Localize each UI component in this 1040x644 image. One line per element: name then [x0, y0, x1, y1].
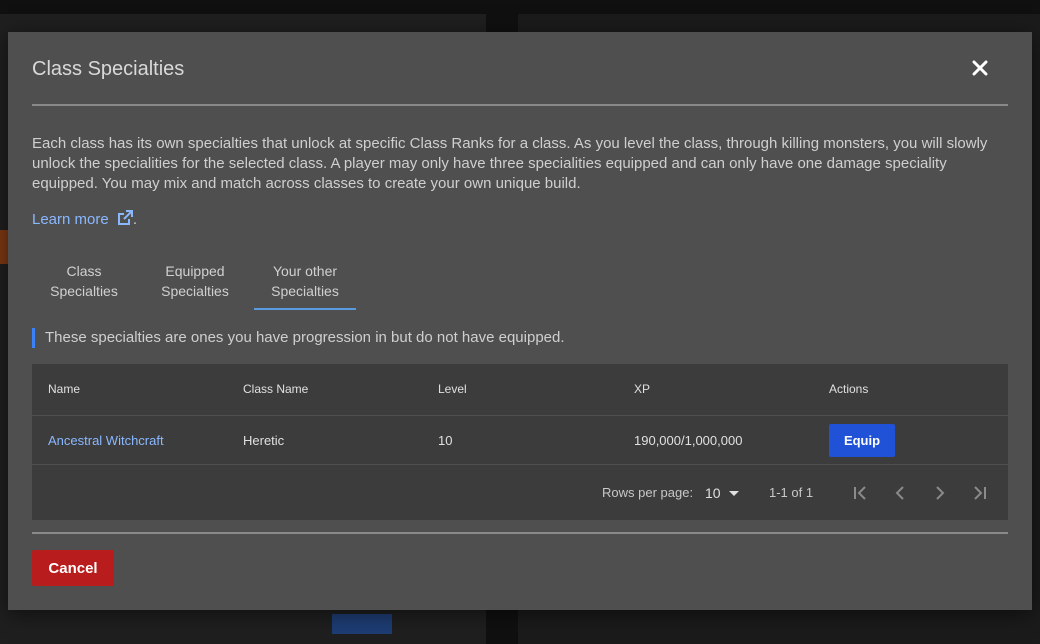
tab-class-specialties[interactable]: Class Specialties	[32, 254, 136, 308]
column-header-level[interactable]: Level	[438, 382, 467, 396]
column-header-xp[interactable]: XP	[634, 382, 650, 396]
rows-per-page-value: 10	[705, 485, 721, 501]
external-link-icon	[117, 210, 133, 230]
xp-cell: 190,000/1,000,000	[634, 433, 743, 448]
column-header-actions: Actions	[829, 382, 869, 396]
class-name-cell: Heretic	[243, 433, 285, 448]
level-cell: 10	[438, 433, 453, 448]
tab-your-other-specialties[interactable]: Your other Specialties	[254, 254, 356, 310]
cancel-button[interactable]: Cancel	[32, 550, 114, 586]
close-icon[interactable]	[970, 58, 990, 78]
tab-label-line1: Your other	[272, 263, 338, 279]
last-page-icon[interactable]	[968, 481, 992, 505]
class-specialties-dialog: Class Specialties Each class has its own…	[8, 32, 1032, 610]
info-callout: These specialties are ones you have prog…	[32, 328, 565, 348]
tab-equipped-specialties[interactable]: Equipped Specialties	[148, 254, 242, 308]
tab-label-line2: Specialties	[271, 283, 339, 299]
table-pagination: Rows per page: 10 1-1 of 1	[32, 465, 1008, 520]
column-header-class-name[interactable]: Class Name	[243, 382, 308, 396]
tab-label-line2: Specialties	[161, 283, 229, 299]
dialog-title: Class Specialties	[32, 58, 185, 80]
table-header: Name Class Name Level XP Actions	[32, 364, 1008, 416]
tab-label-line1: Class	[66, 263, 102, 279]
dialog-description: Each class has its own specialties that …	[32, 135, 988, 192]
rows-per-page-select[interactable]: 10	[705, 485, 739, 501]
learn-more-label: Learn more	[32, 211, 109, 228]
tab-label-line1: Equipped	[165, 263, 225, 279]
pagination-range: 1-1 of 1	[769, 485, 814, 500]
footer-divider	[32, 532, 1008, 534]
equip-button[interactable]: Equip	[829, 424, 895, 457]
dialog-header: Class Specialties	[32, 32, 1008, 106]
prev-page-icon[interactable]	[888, 481, 912, 505]
column-header-name[interactable]: Name	[48, 382, 80, 396]
learn-more-suffix: .	[132, 211, 138, 228]
tab-label-line2: Specialties	[50, 283, 118, 299]
first-page-icon[interactable]	[848, 481, 872, 505]
specialties-table: Name Class Name Level XP Actions Ancestr…	[32, 364, 1008, 520]
next-page-icon[interactable]	[928, 481, 952, 505]
caret-down-icon	[728, 491, 739, 496]
learn-more-link[interactable]: Learn more .	[32, 210, 137, 230]
table-row: Ancestral Witchcraft Heretic 10 190,000/…	[32, 416, 1008, 465]
rows-per-page-label: Rows per page:	[602, 485, 694, 500]
specialty-name-link[interactable]: Ancestral Witchcraft	[48, 433, 164, 448]
